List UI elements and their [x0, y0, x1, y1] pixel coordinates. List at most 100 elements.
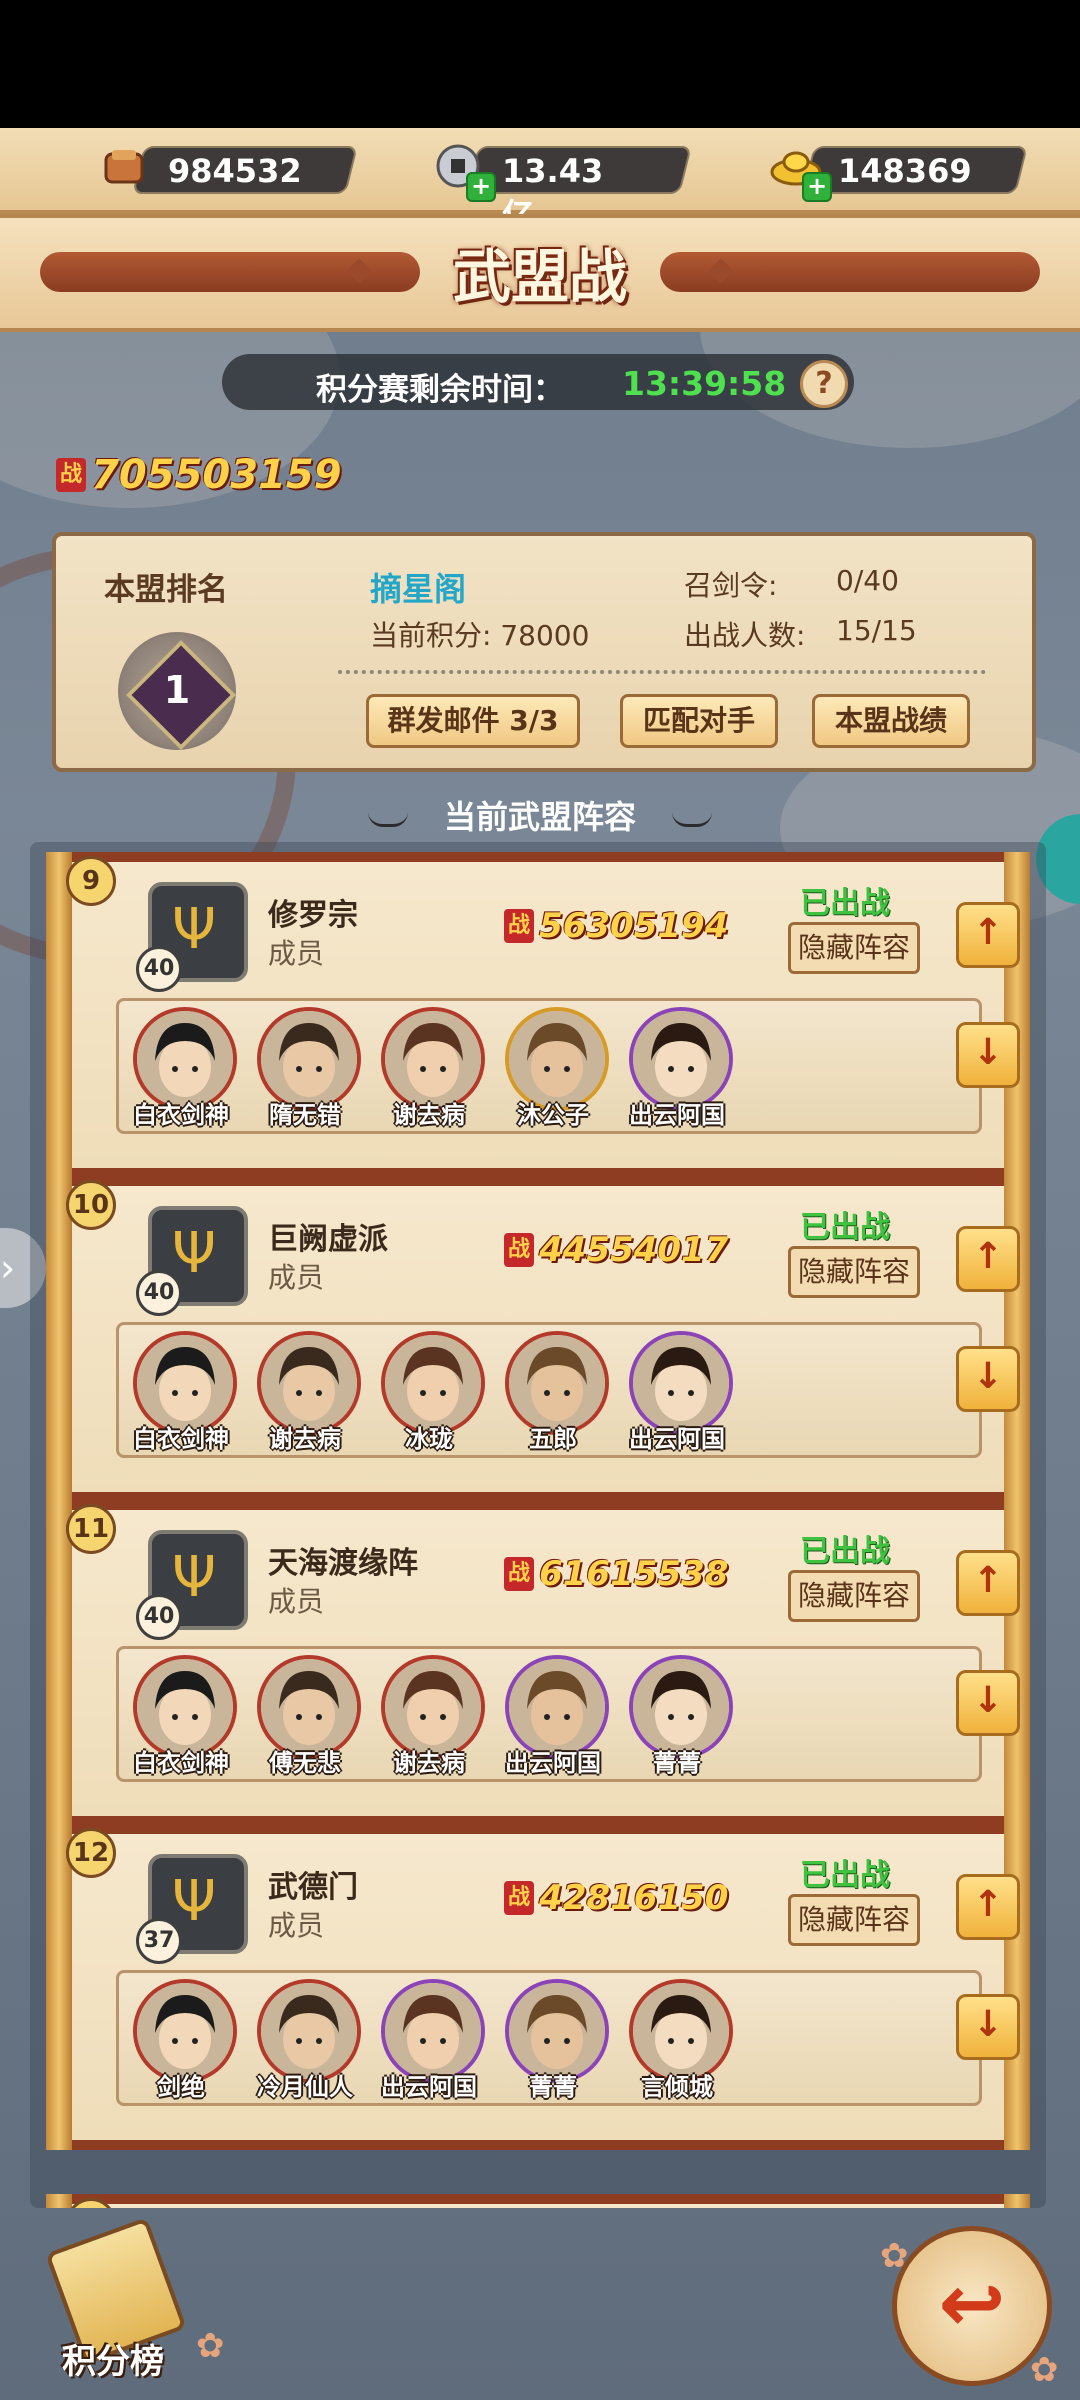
- member-list[interactable]: 9 Ψ 40 修罗宗 成员 战 56305194 已出战 隐藏阵容 白衣剑神 隋…: [30, 842, 1046, 2208]
- card-pillar: [1004, 852, 1030, 1178]
- hero-face-icon: [385, 1335, 481, 1431]
- rank-label: 本盟排名: [104, 572, 228, 608]
- scoreboard-button[interactable]: 积分榜: [28, 2217, 198, 2390]
- member-level: 40: [136, 1594, 182, 1640]
- member-card: 9 Ψ 40 修罗宗 成员 战 56305194 已出战 隐藏阵容 白衣剑神 隋…: [46, 852, 1030, 1178]
- move-up-button[interactable]: ↑: [956, 902, 1020, 968]
- member-role: 成员: [268, 1261, 325, 1294]
- back-button[interactable]: ↩: [892, 2226, 1052, 2386]
- add-gold-icon[interactable]: +: [802, 172, 832, 202]
- move-up-button[interactable]: ↑: [956, 1874, 1020, 1940]
- token-scroll-icon: [104, 150, 144, 184]
- member-power-value: 42816150: [539, 1878, 729, 1918]
- hide-lineup-button[interactable]: 隐藏阵容: [788, 1570, 920, 1622]
- hero-face-icon: [509, 1983, 605, 2079]
- hero-name: 菁菁: [653, 1749, 701, 1777]
- hero-portrait[interactable]: 白衣剑神: [133, 1331, 237, 1455]
- hero-portrait[interactable]: 傅无悲: [257, 1655, 361, 1779]
- hero-name: 冷月仙人: [257, 2073, 353, 2101]
- hero-face-icon: [137, 1983, 233, 2079]
- token-value: 984532: [168, 152, 302, 190]
- current-score: 当前积分: 78000: [370, 619, 590, 652]
- hero-portrait[interactable]: 剑绝: [133, 1979, 237, 2103]
- member-power: 战 42816150: [504, 1878, 728, 1918]
- next-member-card: 13: [46, 2194, 1030, 2208]
- member-index: 10: [66, 1180, 116, 1230]
- move-down-button[interactable]: ↓: [956, 1346, 1020, 1412]
- member-index: 9: [66, 856, 116, 906]
- alliance-name: 摘星阁: [370, 570, 467, 608]
- hero-portrait[interactable]: 谢去病: [381, 1655, 485, 1779]
- hide-lineup-button[interactable]: 隐藏阵容: [788, 1246, 920, 1298]
- gold-value: 148369: [838, 152, 972, 190]
- timer-label: 积分赛剩余时间：: [316, 372, 564, 408]
- hide-lineup-button[interactable]: 隐藏阵容: [788, 1894, 920, 1946]
- hide-lineup-button[interactable]: 隐藏阵容: [788, 922, 920, 974]
- hero-portrait[interactable]: 谢去病: [381, 1007, 485, 1131]
- match-opponent-button[interactable]: 匹配对手: [620, 694, 778, 748]
- move-up-button[interactable]: ↑: [956, 1550, 1020, 1616]
- member-index: 12: [66, 1828, 116, 1878]
- summon-value: 0/40: [836, 564, 899, 597]
- hero-name: 出云阿国: [629, 1425, 725, 1453]
- card-pillar: [1004, 2194, 1030, 2208]
- hero-portrait[interactable]: 菁菁: [505, 1979, 609, 2103]
- hero-face-icon: [385, 1983, 481, 2079]
- alliance-power-value: 705503159: [91, 452, 342, 498]
- hero-name: 傅无悲: [269, 1749, 341, 1777]
- member-power-value: 44554017: [539, 1230, 729, 1270]
- hero-portrait[interactable]: 谢去病: [257, 1331, 361, 1455]
- scoreboard-label: 积分榜: [62, 2342, 164, 2382]
- resource-bar: 984532 + 13.43亿 + 148369: [0, 128, 1080, 234]
- member-level: 40: [136, 1270, 182, 1316]
- flower-decoration: ✿: [196, 2326, 225, 2366]
- hero-portrait[interactable]: 白衣剑神: [133, 1655, 237, 1779]
- hero-portrait[interactable]: 出云阿国: [381, 1979, 485, 2103]
- card-pillar: [46, 1500, 72, 1826]
- move-down-button[interactable]: ↓: [956, 1994, 1020, 2060]
- hero-face-icon: [137, 1011, 233, 1107]
- hero-portrait[interactable]: 五郎: [505, 1331, 609, 1455]
- card-pillar: [1004, 1824, 1030, 2150]
- timer-value: 13:39:58: [622, 364, 787, 403]
- hero-name: 出云阿国: [629, 1101, 725, 1129]
- hero-face-icon: [509, 1011, 605, 1107]
- hero-portrait[interactable]: 沐公子: [505, 1007, 609, 1131]
- add-coins-icon[interactable]: +: [466, 172, 496, 202]
- power-prefix-icon: 战: [504, 1233, 534, 1267]
- move-down-button[interactable]: ↓: [956, 1670, 1020, 1736]
- hero-portrait[interactable]: 冷月仙人: [257, 1979, 361, 2103]
- member-power: 战 56305194: [504, 906, 728, 946]
- hero-name: 冰珑: [405, 1425, 453, 1453]
- hero-face-icon: [261, 1983, 357, 2079]
- hero-portrait[interactable]: 白衣剑神: [133, 1007, 237, 1131]
- hero-face-icon: [385, 1659, 481, 1755]
- hero-portrait[interactable]: 菁菁: [629, 1655, 733, 1779]
- member-role: 成员: [268, 1909, 325, 1942]
- move-up-button[interactable]: ↑: [956, 1226, 1020, 1292]
- member-role: 成员: [268, 937, 325, 970]
- move-down-button[interactable]: ↓: [956, 1022, 1020, 1088]
- hero-portrait[interactable]: 冰珑: [381, 1331, 485, 1455]
- hero-face-icon: [385, 1011, 481, 1107]
- lineup-title: 当前武盟阵容: [443, 798, 636, 836]
- help-icon[interactable]: ?: [800, 360, 848, 408]
- member-role: 成员: [268, 1585, 325, 1618]
- trident-icon: Ψ: [172, 897, 217, 962]
- hero-portrait[interactable]: 出云阿国: [629, 1331, 733, 1455]
- hero-name: 出云阿国: [505, 1749, 601, 1777]
- member-level: 40: [136, 946, 182, 992]
- alliance-power: 战 705503159: [56, 452, 342, 502]
- hero-lineup: 白衣剑神 隋无错 谢去病 沐公子 出云阿国: [116, 998, 982, 1134]
- hero-face-icon: [633, 1983, 729, 2079]
- rank-badge: 1: [118, 632, 237, 751]
- power-prefix-icon: 战: [504, 1881, 534, 1915]
- hero-portrait[interactable]: 隋无错: [257, 1007, 361, 1131]
- hero-portrait[interactable]: 言倾城: [629, 1979, 733, 2103]
- alliance-record-button[interactable]: 本盟战绩: [812, 694, 970, 748]
- card-pillar: [46, 1176, 72, 1502]
- hero-name: 谢去病: [393, 1749, 465, 1777]
- hero-portrait[interactable]: 出云阿国: [505, 1655, 609, 1779]
- hero-portrait[interactable]: 出云阿国: [629, 1007, 733, 1131]
- mass-mail-button[interactable]: 群发邮件 3/3: [366, 694, 580, 748]
